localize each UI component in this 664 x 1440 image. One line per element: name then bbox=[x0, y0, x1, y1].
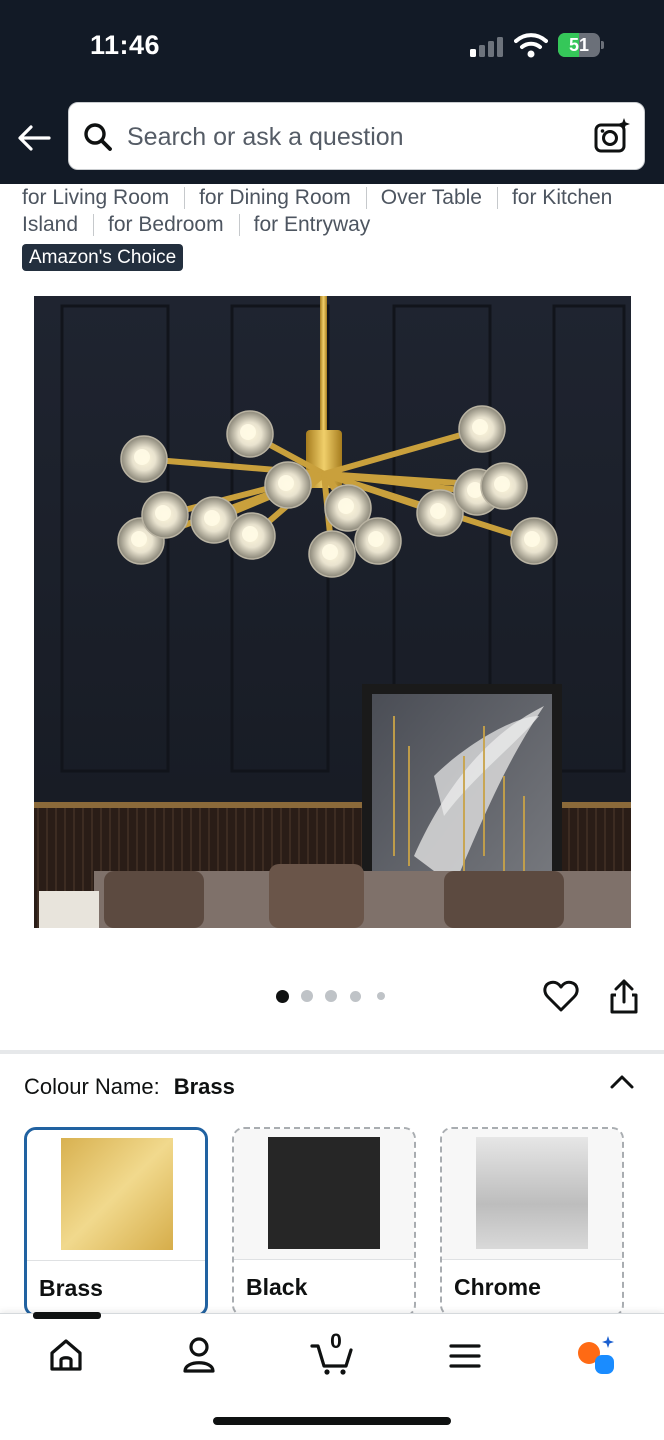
cart-count: 0 bbox=[330, 1330, 342, 1353]
search-icon bbox=[84, 123, 112, 151]
tag-link[interactable]: for Dining Room bbox=[199, 186, 351, 209]
colour-name-value: Brass bbox=[173, 1074, 235, 1099]
pagination-dot[interactable] bbox=[301, 990, 313, 1002]
colour-name-row: Colour Name: Brass bbox=[24, 1074, 235, 1100]
colour-swatch bbox=[476, 1137, 588, 1249]
colour-name-label: Colour Name: bbox=[24, 1074, 160, 1099]
colour-option-label: Black bbox=[246, 1274, 308, 1300]
tag-link[interactable]: Over Table bbox=[381, 186, 482, 209]
colour-swatch bbox=[61, 1138, 173, 1250]
product-image[interactable] bbox=[34, 296, 631, 928]
home-indicator bbox=[213, 1417, 451, 1425]
camera-icon[interactable] bbox=[593, 117, 631, 155]
home-icon[interactable] bbox=[44, 1334, 88, 1376]
colour-option-chrome[interactable]: Chrome bbox=[440, 1127, 624, 1317]
search-input[interactable] bbox=[127, 117, 567, 157]
rufus-assistant-icon[interactable] bbox=[573, 1334, 617, 1376]
colour-option-black[interactable]: Black bbox=[232, 1127, 416, 1317]
battery-level: 51 bbox=[568, 35, 590, 55]
pagination-dot[interactable] bbox=[276, 989, 289, 1003]
tag-divider bbox=[184, 187, 186, 210]
status-time: 11:46 bbox=[90, 30, 161, 60]
colour-swatch bbox=[268, 1137, 380, 1249]
back-button[interactable] bbox=[14, 118, 54, 158]
colour-option-brass[interactable]: Brass bbox=[24, 1127, 208, 1317]
tag-link[interactable]: for Entryway bbox=[254, 213, 371, 236]
cellular-signal-icon bbox=[470, 37, 506, 57]
tag-divider bbox=[93, 214, 95, 237]
tag-divider bbox=[238, 214, 240, 237]
colour-option-label: Chrome bbox=[454, 1274, 541, 1300]
pagination-dot[interactable] bbox=[325, 990, 337, 1002]
heart-icon[interactable] bbox=[543, 978, 579, 1014]
keyword-tags: for Living Room for Dining Room Over Table… bbox=[22, 184, 642, 238]
chevron-up-icon[interactable] bbox=[606, 1068, 638, 1096]
battery-icon: 51 bbox=[558, 33, 604, 57]
amazons-choice-badge: Amazon's Choice bbox=[22, 244, 184, 271]
tag-link[interactable]: for Bedroom bbox=[108, 213, 224, 236]
share-icon[interactable] bbox=[606, 978, 642, 1016]
search-bar[interactable] bbox=[68, 102, 645, 170]
wifi-icon bbox=[514, 33, 548, 58]
arrow-left-icon bbox=[18, 125, 51, 151]
pagination-dot[interactable] bbox=[377, 992, 385, 1000]
tag-divider bbox=[365, 187, 367, 210]
pagination-dot[interactable] bbox=[350, 990, 361, 1002]
status-bar: 11:46 51 bbox=[0, 0, 664, 92]
search-header bbox=[0, 92, 664, 184]
menu-icon[interactable] bbox=[443, 1334, 487, 1376]
section-divider bbox=[0, 1050, 664, 1054]
tag-divider bbox=[496, 187, 498, 210]
selected-indicator bbox=[33, 1312, 101, 1319]
account-icon[interactable] bbox=[177, 1334, 221, 1376]
colour-option-label: Brass bbox=[39, 1275, 103, 1301]
tag-link[interactable]: for Living Room bbox=[22, 186, 169, 209]
